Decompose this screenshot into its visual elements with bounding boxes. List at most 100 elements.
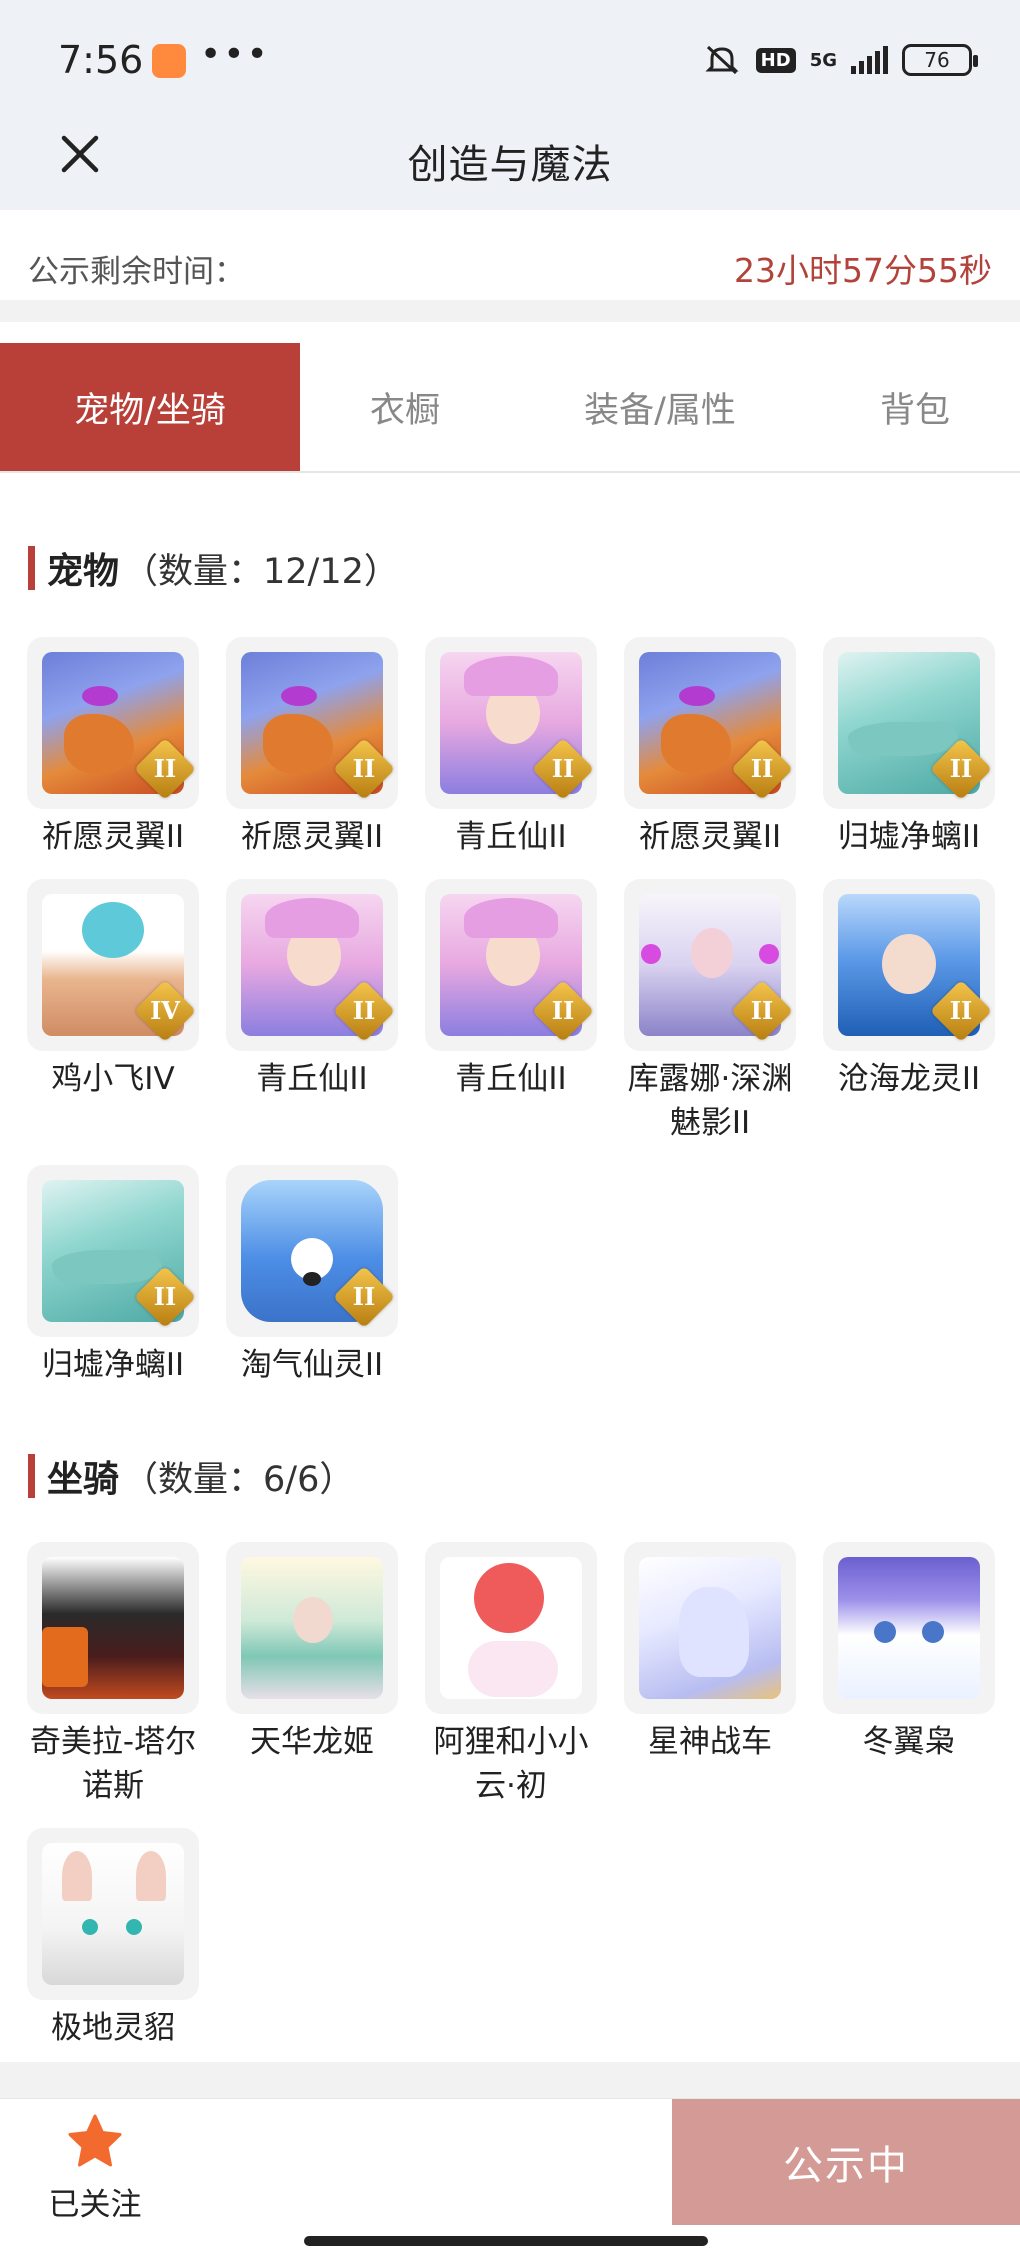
mount-name: 阿狸和小小云·初 bbox=[433, 1724, 589, 1804]
pet-thumbnail: II bbox=[624, 879, 796, 1051]
mount-thumbnail bbox=[27, 1828, 199, 2000]
mounts-section-title: 坐骑 （数量：6/6） bbox=[28, 1450, 354, 1502]
pet-name: 归墟净螭II bbox=[41, 1347, 185, 1383]
chimera-art-icon bbox=[42, 1557, 184, 1699]
mount-card[interactable]: 奇美拉-塔尔诺斯 bbox=[27, 1542, 199, 1808]
mute-icon bbox=[702, 43, 742, 77]
pets-grid: II 祈愿灵翼II II 祈愿灵翼II II 青丘仙II II 祈愿灵翼II I… bbox=[27, 637, 997, 1387]
mount-thumbnail bbox=[27, 1542, 199, 1714]
status-bar: 7:56 ••• HD 5G 76 bbox=[0, 0, 1020, 110]
mount-card[interactable]: 冬翼枭 bbox=[823, 1542, 995, 1764]
network-type: 5G bbox=[809, 49, 837, 71]
pet-card[interactable]: II 祈愿灵翼II bbox=[624, 637, 796, 859]
winter-owl-art-icon bbox=[838, 1557, 980, 1699]
pet-name: 祈愿灵翼II bbox=[240, 819, 384, 855]
tab-wardrobe[interactable]: 衣橱 bbox=[300, 343, 510, 471]
pet-thumbnail: II bbox=[425, 637, 597, 809]
mount-thumbnail bbox=[226, 1542, 398, 1714]
pet-card[interactable]: II 祈愿灵翼II bbox=[27, 637, 199, 859]
pet-name: 祈愿灵翼II bbox=[41, 819, 185, 855]
star-chariot-art-icon bbox=[639, 1557, 781, 1699]
pet-card[interactable]: II 青丘仙II bbox=[425, 637, 597, 859]
status-time: 7:56 bbox=[58, 38, 144, 82]
tab-equipment-attributes[interactable]: 装备/属性 bbox=[510, 343, 810, 471]
follow-button[interactable]: 已关注 bbox=[20, 2113, 170, 2223]
tier-badge-label: II bbox=[153, 754, 177, 783]
mount-name: 奇美拉-塔尔诺斯 bbox=[29, 1724, 197, 1804]
mount-card[interactable]: 天华龙姬 bbox=[226, 1542, 398, 1764]
publicity-status-button[interactable]: 公示中 bbox=[672, 2099, 1020, 2225]
mount-card[interactable]: 星神战车 bbox=[624, 1542, 796, 1764]
pet-thumbnail: II bbox=[823, 637, 995, 809]
pet-thumbnail: II bbox=[27, 1165, 199, 1337]
pet-name: 库露娜·深渊魅影II bbox=[627, 1061, 793, 1141]
tab-pets-mounts[interactable]: 宠物/坐骑 bbox=[0, 343, 300, 471]
app-root: 7:56 ••• HD 5G 76 创造与魔法 公示剩余时间： 23小时57分5… bbox=[0, 0, 1020, 2267]
tier-badge-label: II bbox=[750, 754, 774, 783]
pet-name: 淘气仙灵II bbox=[240, 1347, 384, 1383]
mount-name: 冬翼枭 bbox=[862, 1724, 956, 1760]
mount-card[interactable]: 极地灵貂 bbox=[27, 1828, 199, 2050]
countdown-value: 23小时57分55秒 bbox=[734, 251, 992, 290]
tier-badge-label: II bbox=[352, 754, 376, 783]
section-marker bbox=[28, 1454, 35, 1498]
pet-thumbnail: II bbox=[226, 1165, 398, 1337]
mount-name: 极地灵貂 bbox=[51, 2010, 175, 2046]
pet-name: 鸡小飞IV bbox=[51, 1061, 175, 1097]
countdown-row: 公示剩余时间： 23小时57分55秒 bbox=[0, 210, 1020, 322]
mount-thumbnail bbox=[624, 1542, 796, 1714]
pet-thumbnail: II bbox=[226, 879, 398, 1051]
tier-badge-label: II bbox=[153, 1282, 177, 1311]
pet-thumbnail: IV bbox=[27, 879, 199, 1051]
pet-card[interactable]: II 青丘仙II bbox=[425, 879, 597, 1101]
pet-card[interactable]: II 青丘仙II bbox=[226, 879, 398, 1101]
tier-badge-label: II bbox=[352, 996, 376, 1025]
pet-card[interactable]: II 淘气仙灵II bbox=[226, 1165, 398, 1387]
pet-card[interactable]: IV 鸡小飞IV bbox=[27, 879, 199, 1101]
tier-badge-label: II bbox=[551, 996, 575, 1025]
pets-count: （数量：12/12） bbox=[123, 551, 399, 592]
pet-thumbnail: II bbox=[226, 637, 398, 809]
pets-heading: 宠物 bbox=[47, 551, 120, 592]
pet-card[interactable]: II 库露娜·深渊魅影II bbox=[624, 879, 796, 1145]
pet-thumbnail: II bbox=[624, 637, 796, 809]
mounts-heading: 坐骑 bbox=[47, 1459, 120, 1500]
hd-icon: HD bbox=[755, 47, 796, 73]
mount-name: 天华龙姬 bbox=[250, 1724, 374, 1760]
signal-icon bbox=[851, 46, 888, 74]
pet-card[interactable]: II 祈愿灵翼II bbox=[226, 637, 398, 859]
star-icon bbox=[68, 2114, 122, 2167]
pet-name: 沧海龙灵II bbox=[837, 1061, 981, 1097]
pet-thumbnail: II bbox=[823, 879, 995, 1051]
tier-badge-label: II bbox=[949, 996, 973, 1025]
pet-name: 青丘仙II bbox=[256, 1061, 368, 1097]
status-icons: HD 5G 76 bbox=[702, 42, 978, 78]
mount-thumbnail bbox=[425, 1542, 597, 1714]
mount-thumbnail bbox=[823, 1542, 995, 1714]
pet-card[interactable]: II 归墟净螭II bbox=[27, 1165, 199, 1387]
tier-badge-label: II bbox=[352, 1282, 376, 1311]
countdown-label: 公示剩余时间： bbox=[28, 254, 245, 290]
category-tabs: 宠物/坐骑 衣橱 装备/属性 背包 bbox=[0, 343, 1020, 473]
pet-thumbnail: II bbox=[27, 637, 199, 809]
pet-name: 祈愿灵翼II bbox=[638, 819, 782, 855]
battery-icon: 76 bbox=[902, 44, 978, 76]
page-title: 创造与魔法 bbox=[407, 142, 613, 188]
pets-section-title: 宠物 （数量：12/12） bbox=[28, 542, 399, 594]
polar-ferret-art-icon bbox=[42, 1843, 184, 1985]
mounts-grid: 奇美拉-塔尔诺斯 天华龙姬 阿狸和小小云·初 星神战车 冬翼枭 极地灵貂 bbox=[27, 1542, 997, 2046]
tier-badge-label: II bbox=[750, 996, 774, 1025]
bottom-divider bbox=[0, 2062, 1020, 2098]
mount-card[interactable]: 阿狸和小小云·初 bbox=[425, 1542, 597, 1808]
nav-bar: 创造与魔法 bbox=[0, 110, 1020, 210]
more-notifications-icon: ••• bbox=[200, 34, 270, 75]
pet-card[interactable]: II 沧海龙灵II bbox=[823, 879, 995, 1101]
pet-name: 归墟净螭II bbox=[837, 819, 981, 855]
follow-label: 已关注 bbox=[48, 2187, 142, 2223]
tab-backpack[interactable]: 背包 bbox=[810, 343, 1020, 471]
tier-badge-label: IV bbox=[150, 996, 180, 1025]
section-marker bbox=[28, 546, 35, 590]
pet-card[interactable]: II 归墟净螭II bbox=[823, 637, 995, 859]
pet-thumbnail: II bbox=[425, 879, 597, 1051]
dragon-princess-art-icon bbox=[241, 1557, 383, 1699]
